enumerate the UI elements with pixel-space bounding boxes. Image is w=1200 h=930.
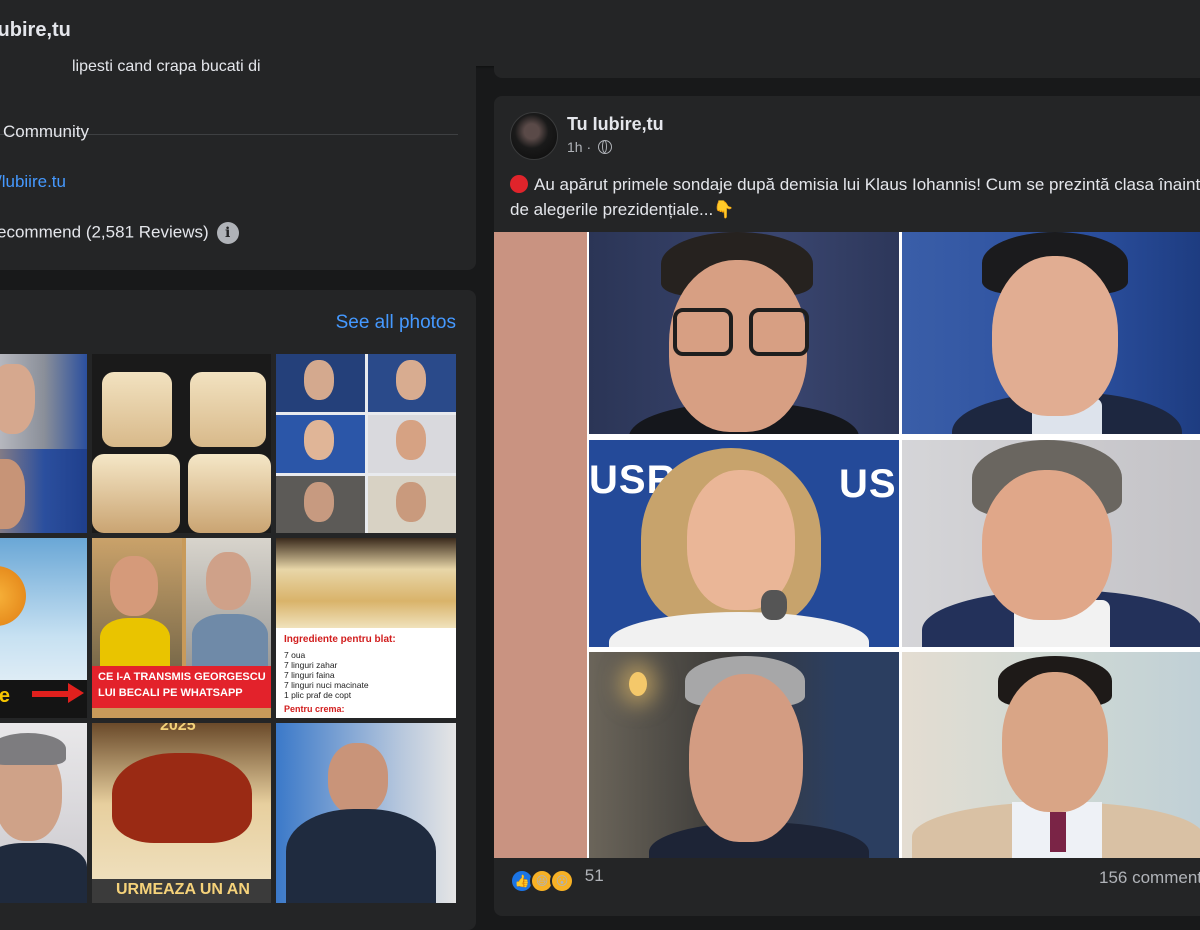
info-icon[interactable]: i [216,222,239,244]
photo-tile-becali[interactable]: CE I-A TRANSMIS GEORGESCU LUI BECALI PE … [92,538,271,718]
portrait-top-right [902,232,1200,434]
usr-logo-right: USR [839,462,899,506]
photo-tile-politicians[interactable] [0,354,87,533]
red-circle-icon [510,175,528,193]
recipe-lines: 7 oua 7 linguri zahar 7 linguri faina 7 … [284,650,369,700]
bull-caption: URMEAZA UN AN [116,881,250,898]
recipe-heading: Ingrediente pentru blat: [284,634,396,645]
portrait-top-left [589,232,899,434]
wow-icon: 😮 [550,869,574,893]
post-image[interactable]: USR USR [494,232,1200,858]
photo-tile-bolojan[interactable] [276,723,456,903]
reviews-text[interactable]: ecommend (2,581 Reviews) [0,222,209,241]
author-avatar[interactable] [510,112,558,160]
intro-card: lipesti cand crapa bucati di Community /… [0,40,476,270]
post-card: Tu Iubire,tu 1h · Au apărut primele sond… [494,96,1200,916]
portrait-bottom-left [589,652,899,858]
post-text-body: Au apărut primele sondaje după demisia l… [510,175,1200,219]
category-label: Community [3,122,89,141]
previous-post-card [494,0,1200,78]
photo-tile-bull[interactable]: 2025 URMEAZA UN AN [92,723,271,903]
horoscope-caption: are [0,685,11,707]
reviews-row[interactable]: ecommend (2,581 Reviews) i [0,222,239,244]
recipe-cream-heading: Pentru crema: [284,704,345,714]
photo-tile-ciolacu[interactable] [0,723,87,903]
globe-icon [598,140,613,154]
post-text: Au apărut primele sondaje după demisia l… [510,172,1200,222]
image-side-strip [494,232,587,858]
comments-count[interactable]: 156 comment [1099,868,1200,888]
post-meta: 1h · [567,139,613,155]
post-time[interactable]: 1h · [567,139,591,155]
website-link[interactable]: /lubiire.tu [0,172,66,192]
becali-caption: CE I-A TRANSMIS GEORGESCU LUI BECALI PE … [98,671,266,699]
photos-card: See all photos e CE I-A TRANSMIS GEORGES… [0,290,476,930]
year-caption: 2025 [160,723,196,734]
photo-tile-horoscope[interactable]: are [0,538,87,718]
photo-tile-recipe[interactable]: Ingrediente pentru blat: 7 oua 7 linguri… [276,538,456,718]
photo-tile-desserts[interactable] [92,354,271,533]
photo-tile-candidates[interactable] [276,354,456,533]
bio-snippet: lipesti cand crapa bucati di [72,58,261,75]
reaction-count: 51 [584,866,604,885]
portrait-bottom-right [902,652,1200,858]
reactions-summary[interactable]: 👍 😆 😮 51 [510,866,604,893]
page-title[interactable]: lubire,tu [0,19,71,42]
see-all-photos-link[interactable]: See all photos [336,312,456,334]
post-author-name[interactable]: Tu Iubire,tu [567,114,664,135]
portrait-middle-left: USR USR [589,440,899,647]
portrait-middle-right [902,440,1200,647]
